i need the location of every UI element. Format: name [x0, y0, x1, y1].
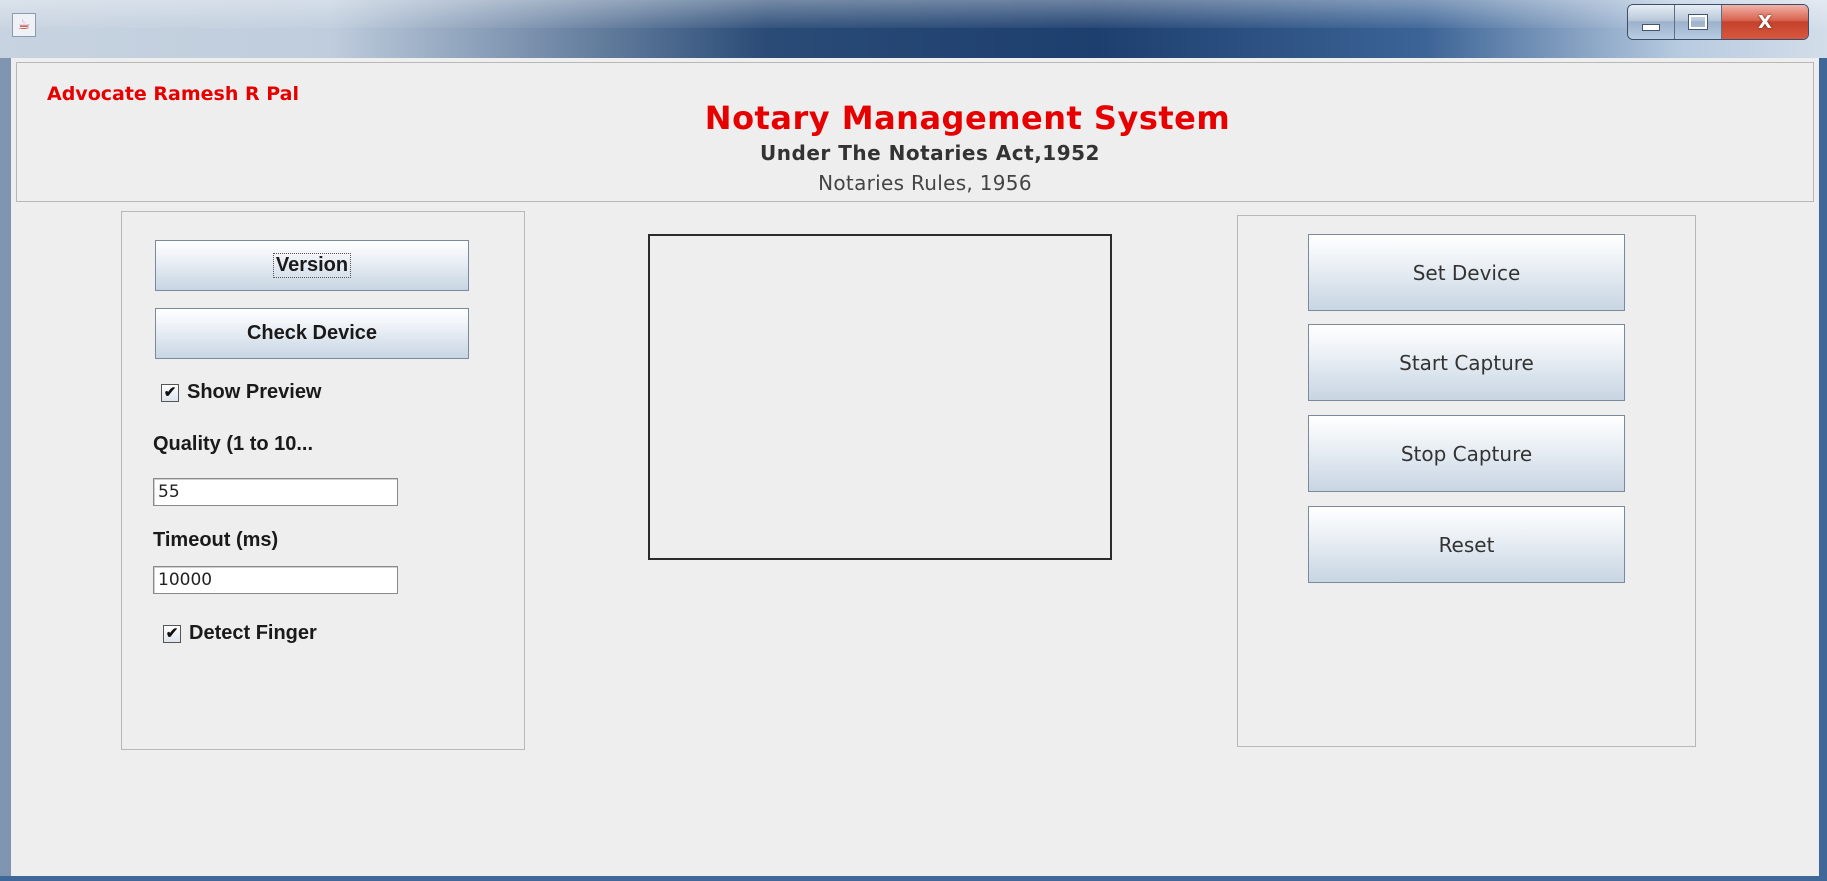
minimize-icon: [1642, 23, 1660, 31]
detect-finger-label: Detect Finger: [189, 622, 317, 644]
title-bar[interactable]: ☕ X: [0, 0, 1827, 58]
show-preview-label: Show Preview: [187, 381, 322, 403]
timeout-label: Timeout (ms): [153, 529, 279, 551]
java-cup-icon[interactable]: ☕: [12, 13, 36, 37]
application-window: ☕ X Advocate Ramesh R Pal Notary Managem…: [0, 0, 1827, 881]
timeout-field[interactable]: 10000: [153, 566, 398, 594]
detect-finger-checkbox[interactable]: ✔ Detect Finger: [163, 622, 317, 645]
check-device-button[interactable]: Check Device: [155, 308, 469, 359]
fingerprint-preview: [648, 234, 1112, 560]
check-device-label: Check Device: [246, 322, 378, 344]
quality-field[interactable]: 55: [153, 478, 398, 506]
reset-label: Reset: [1438, 532, 1495, 557]
window-bottom-border: [0, 876, 1827, 881]
maximize-button[interactable]: [1675, 5, 1722, 39]
minimize-button[interactable]: [1628, 5, 1675, 39]
checkbox-check-icon: ✔: [161, 383, 179, 402]
quality-label: Quality (1 to 10...: [153, 433, 314, 455]
page-title: Notary Management System: [704, 99, 1231, 137]
start-capture-button[interactable]: Start Capture: [1308, 324, 1625, 401]
checkbox-check-icon: ✔: [163, 624, 181, 643]
close-icon: X: [1758, 11, 1772, 33]
stop-capture-button[interactable]: Stop Capture: [1308, 415, 1625, 492]
version-button-label: Version: [272, 253, 352, 278]
stop-capture-label: Stop Capture: [1400, 441, 1533, 466]
set-device-button[interactable]: Set Device: [1308, 234, 1625, 311]
page-subtitle: Under The Notaries Act,1952: [760, 141, 1100, 165]
maximize-icon: [1688, 14, 1708, 30]
close-button[interactable]: X: [1722, 5, 1808, 39]
client-area: Advocate Ramesh R Pal Notary Management …: [11, 58, 1819, 876]
reset-button[interactable]: Reset: [1308, 506, 1625, 583]
rules-text: Notaries Rules, 1956: [818, 171, 1032, 195]
window-controls: X: [1627, 4, 1809, 40]
set-device-label: Set Device: [1412, 260, 1521, 285]
start-capture-label: Start Capture: [1399, 350, 1534, 375]
header-panel: Advocate Ramesh R Pal Notary Management …: [16, 62, 1814, 202]
version-button[interactable]: Version: [155, 240, 469, 291]
show-preview-checkbox[interactable]: ✔ Show Preview: [161, 381, 322, 404]
